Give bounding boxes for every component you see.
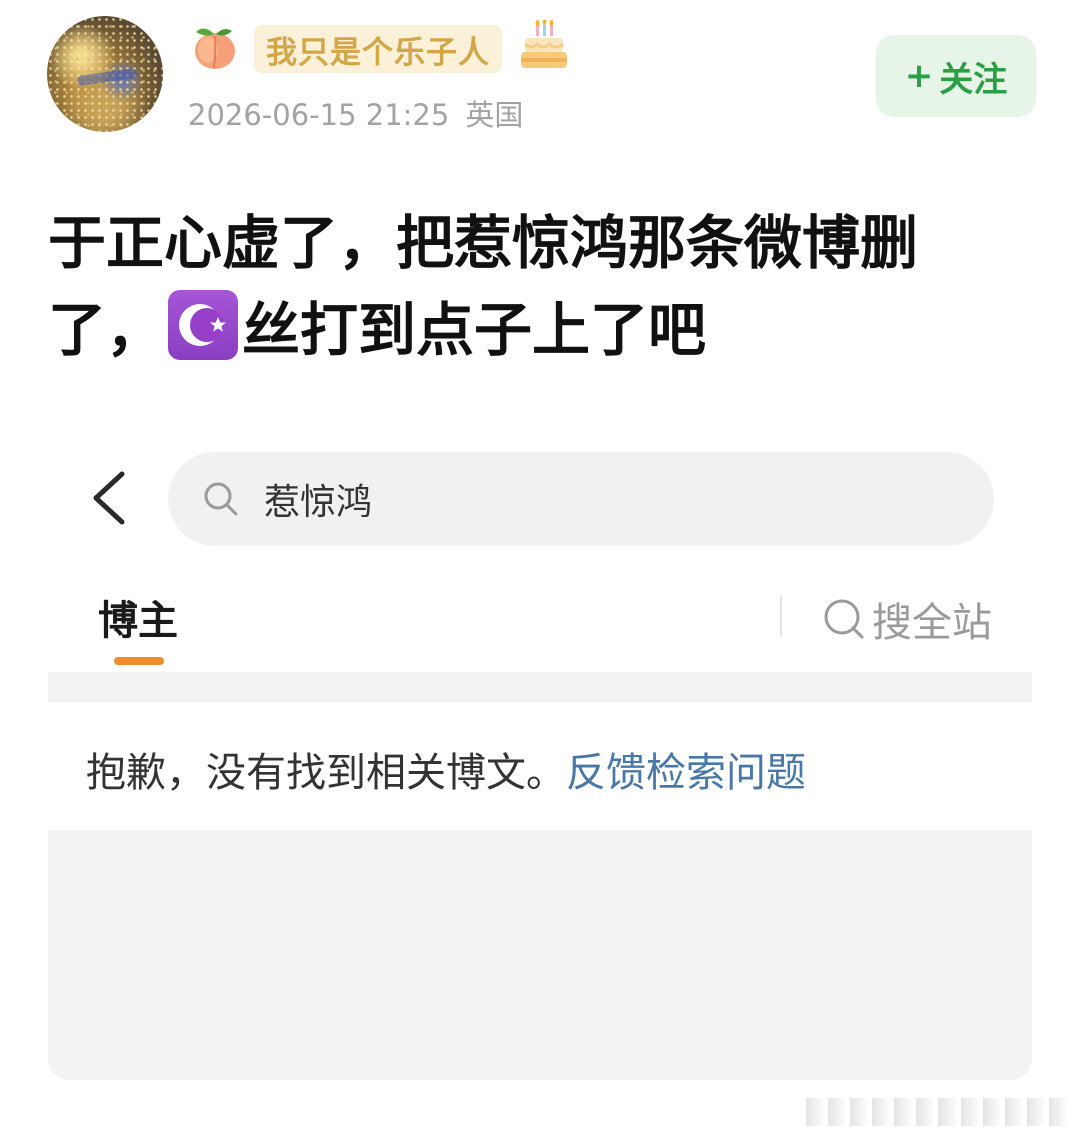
post-timestamp: 2026-06-15 21:25 [188,98,450,132]
empty-state-message: 抱歉，没有找到相关博文。反馈检索问题 [86,740,806,798]
post-text-line-2-end: 丝打到点子上了吧 [242,296,707,364]
watermark [806,1098,1068,1126]
post-body: 于正心虚了，把惹惊鸿那条微博删 了， 丝打到点子上了吧 [48,200,1038,374]
post-text-line-2: 了， 丝打到点子上了吧 [48,287,1038,374]
post-meta: 2026-06-15 21:25 英国 [188,92,523,134]
author-name-tag[interactable]: 我只是个乐子人 [254,25,502,73]
weibo-post-page: 我只是个乐子人 2026-06-15 21:25 英国 + 关注 于正心虚了，把惹… [0,0,1080,1136]
section-divider [48,672,1032,702]
avatar[interactable] [47,16,163,132]
star-and-crescent-emoji-icon [168,290,239,360]
birthday-cake-icon [521,20,567,68]
author-name: 我只是个乐子人 [266,34,490,71]
search-input[interactable]: 惹惊鸿 [168,452,994,546]
tab-blogger[interactable]: 博主 [98,588,178,646]
tab-active-indicator [114,657,164,665]
empty-state-text: 抱歉，没有找到相关博文。 [86,750,566,796]
empty-results-panel [48,830,1032,1080]
tab-divider [780,596,782,636]
search-all-button[interactable]: 搜全站 [822,590,992,648]
post-location: 英国 [465,98,524,132]
plus-icon: + [904,56,934,96]
search-icon [824,599,864,639]
post-text-line-2-start: 了， [48,296,165,364]
follow-button[interactable]: + 关注 [876,35,1036,117]
feedback-link[interactable]: 反馈检索问题 [566,750,806,796]
peach-emoji-icon [195,28,235,69]
post-text-line-1: 于正心虚了，把惹惊鸿那条微博删 [48,209,919,277]
search-query-text: 惹惊鸿 [264,482,373,523]
search-all-label: 搜全站 [872,600,992,646]
follow-button-label: 关注 [939,59,1008,100]
chevron-left-icon[interactable] [88,470,132,526]
search-icon [204,482,238,516]
